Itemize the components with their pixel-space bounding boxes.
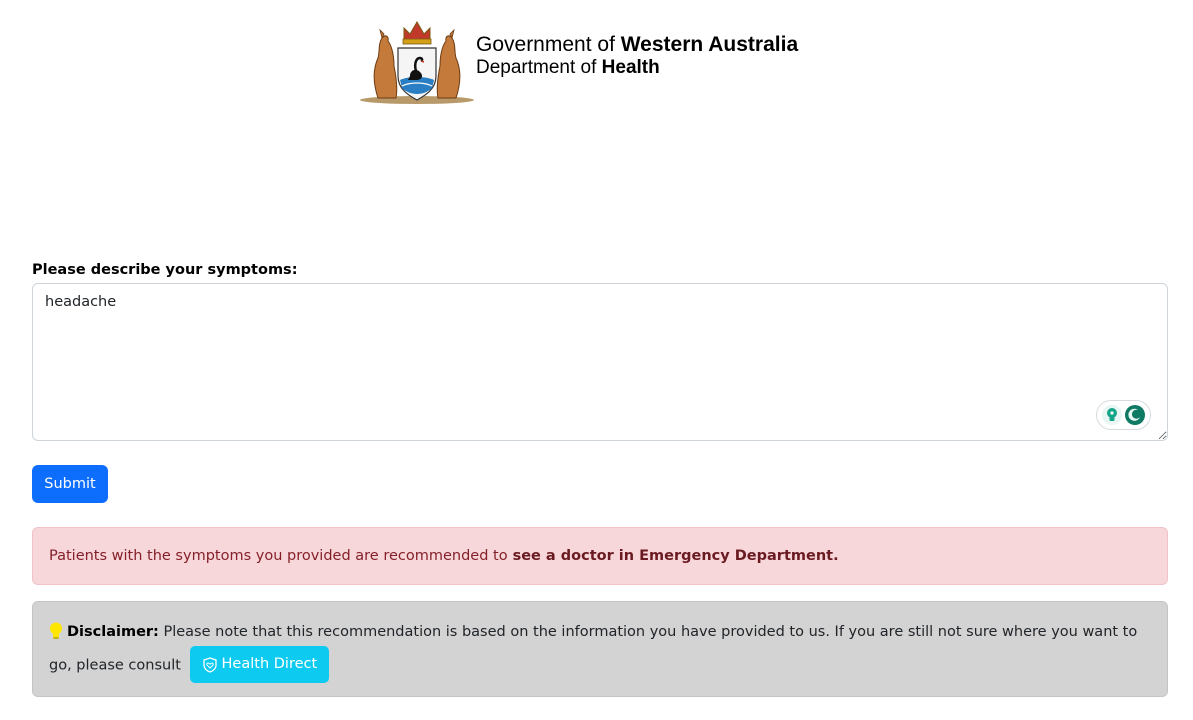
recommendation-emphasis: see a doctor in Emergency Department. (512, 548, 839, 564)
header: Government of Western Australia Departme… (358, 16, 798, 106)
recommendation-alert: Patients with the symptoms you provided … (32, 527, 1168, 585)
lightbulb-icon (50, 622, 62, 639)
department-name: Department of Health (476, 57, 660, 78)
writing-assistant-widget[interactable] (1096, 400, 1151, 430)
recommendation-text: Patients with the symptoms you provided … (49, 548, 508, 564)
grammar-check-icon[interactable] (1124, 404, 1146, 426)
disclaimer-label: Disclaimer: (67, 624, 159, 640)
wa-coat-of-arms-icon (360, 21, 474, 104)
government-name: Government of Western Australia (476, 33, 799, 56)
health-direct-label: Health Direct (221, 656, 318, 672)
lightbulb-icon[interactable] (1101, 404, 1123, 426)
department-title: Government of Western Australia Departme… (476, 33, 798, 79)
submit-button[interactable]: Submit (32, 465, 108, 503)
shield-heart-icon (202, 656, 217, 673)
disclaimer-panel: Disclaimer: Please note that this recomm… (32, 601, 1168, 697)
symptoms-input[interactable]: headache (32, 283, 1168, 441)
health-direct-button[interactable]: Health Direct (189, 646, 330, 683)
symptoms-label: Please describe your symptoms: (32, 262, 298, 278)
